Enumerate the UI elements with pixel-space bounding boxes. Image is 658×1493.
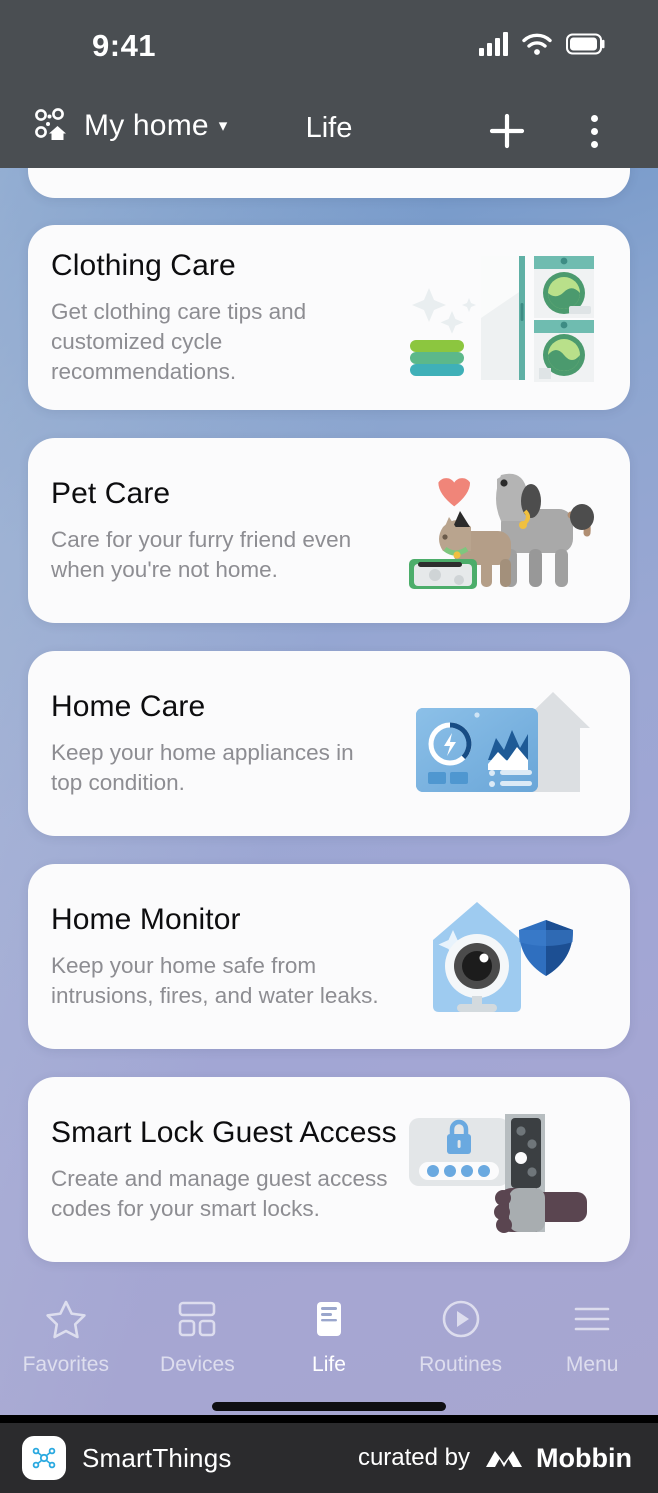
appliance-dashboard-house-illustration — [384, 651, 616, 836]
washer-dryer-laundry-illustration — [384, 225, 616, 410]
card-title: Smart Lock Guest Access — [51, 1116, 397, 1150]
status-bar: 9:41 — [0, 0, 658, 92]
card-subtitle: Care for your furry friend even when you… — [51, 527, 352, 582]
app-name-label: SmartThings — [82, 1442, 232, 1473]
tab-devices[interactable]: Devices — [132, 1296, 264, 1377]
list-item-home-monitor[interactable]: Home Monitor Keep your home safe from in… — [28, 864, 630, 1049]
mobbin-logo-icon — [486, 1451, 523, 1467]
card-subtitle: Create and manage guest access codes for… — [51, 1166, 388, 1221]
status-clock: 9:41 — [92, 28, 157, 63]
list-item-clothing-care[interactable]: Clothing Care Get clothing care tips and… — [28, 225, 630, 410]
more-options-icon — [590, 114, 598, 122]
card-subtitle: Get clothing care tips and customized cy… — [51, 299, 307, 384]
tab-label: Life — [312, 1353, 346, 1376]
cellular-signal-icon — [479, 32, 508, 56]
plus-icon — [489, 113, 525, 149]
grid-icon — [176, 1296, 218, 1342]
battery-icon — [566, 33, 605, 55]
card-text: Pet Care Care for your furry friend even… — [51, 438, 381, 623]
play-circle-icon — [440, 1296, 482, 1342]
list-item-home-care[interactable]: Home Care Keep your home appliances in t… — [28, 651, 630, 836]
card-subtitle: Keep your home appliances in top conditi… — [51, 740, 354, 795]
home-selector[interactable]: My home ▾ — [32, 106, 227, 146]
tab-label: Routines — [419, 1353, 503, 1376]
tab-label: Devices — [160, 1353, 235, 1376]
mobbin-brand: Mobbin — [484, 1443, 632, 1474]
card-text: Home Care Keep your home appliances in t… — [51, 651, 381, 836]
card-text: Clothing Care Get clothing care tips and… — [51, 225, 381, 410]
card-title: Clothing Care — [51, 249, 236, 283]
card-subtitle: Keep your home safe from intrusions, fir… — [51, 953, 379, 1008]
app-header: My home ▾ Life — [0, 92, 658, 168]
list-item-smart-lock-guest-access[interactable]: Smart Lock Guest Access Create and manag… — [28, 1077, 630, 1262]
tab-menu[interactable]: Menu — [526, 1296, 658, 1377]
life-card-icon — [308, 1296, 350, 1342]
card-title: Pet Care — [51, 477, 171, 511]
card-title: Home Monitor — [51, 903, 241, 937]
smartthings-logo-icon — [22, 1436, 66, 1480]
camera-house-shield-illustration — [384, 864, 616, 1049]
card-text: Home Monitor Keep your home safe from in… — [51, 864, 381, 1049]
card-title: Home Care — [51, 690, 206, 724]
status-indicators — [479, 32, 606, 56]
hamburger-menu-icon — [571, 1296, 613, 1342]
brand-label: Mobbin — [536, 1442, 632, 1473]
bottom-navigation: Favorites Devices Life Routines Menu — [0, 1276, 658, 1415]
curated-by-label: curated by — [357, 1444, 471, 1471]
phone-screen: 9:41 My home ▾ Life Clothing Care Get cl… — [0, 0, 658, 1493]
more-options-button[interactable] — [570, 106, 618, 156]
smartthings-home-icon — [35, 108, 66, 140]
list-item-pet-care[interactable]: Pet Care Care for your furry friend even… — [28, 438, 630, 623]
home-name-label: My home — [84, 109, 209, 142]
tab-routines[interactable]: Routines — [395, 1296, 527, 1377]
tab-label: Menu — [565, 1353, 619, 1376]
star-icon — [45, 1296, 87, 1342]
tab-favorites[interactable]: Favorites — [0, 1296, 132, 1377]
home-indicator[interactable] — [212, 1402, 446, 1411]
branding-footer: SmartThings curated by Mobbin — [0, 1423, 658, 1493]
tab-label: Favorites — [22, 1353, 109, 1376]
add-button[interactable] — [478, 106, 536, 156]
tab-life[interactable]: Life — [263, 1296, 395, 1377]
card-text: Smart Lock Guest Access Create and manag… — [51, 1077, 401, 1262]
dog-cat-feeder-illustration — [384, 438, 616, 623]
life-services-list[interactable]: Clothing Care Get clothing care tips and… — [0, 140, 658, 1276]
wifi-icon — [522, 33, 552, 55]
chevron-down-icon: ▾ — [218, 116, 228, 135]
keypad-lock-hand-illustration — [384, 1077, 616, 1262]
